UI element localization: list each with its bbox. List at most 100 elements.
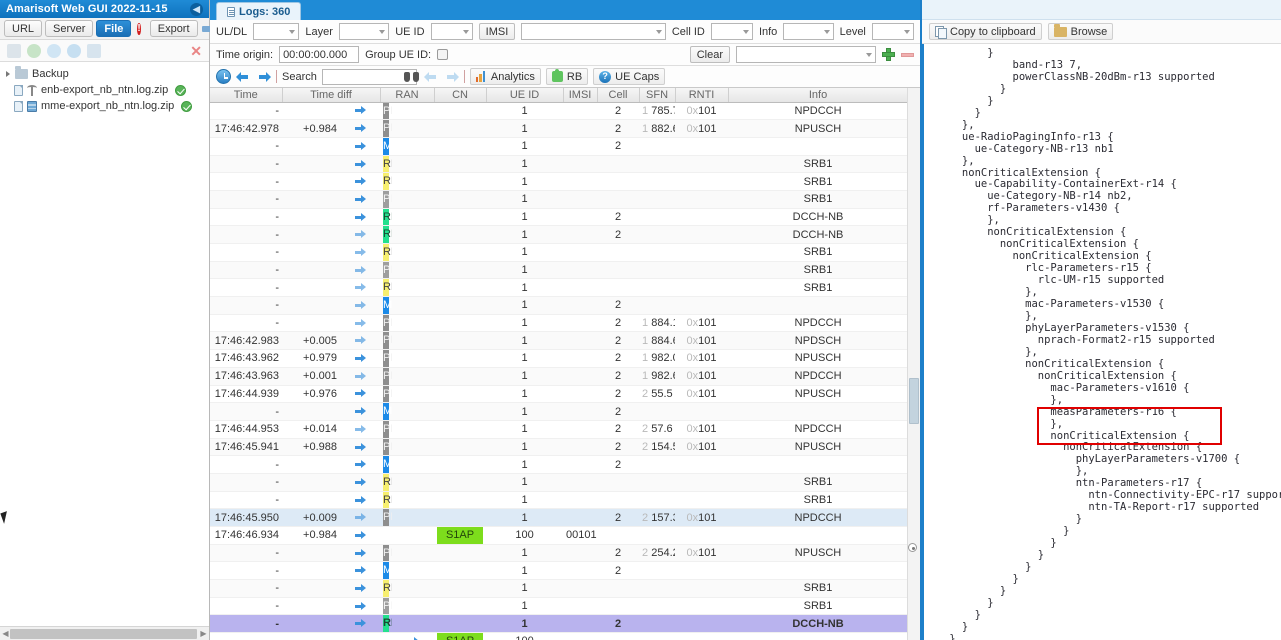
find-prev-icon[interactable]	[423, 70, 439, 83]
message-text-view[interactable]: } band-r13 7, powerClassNB-20dBm-r13 sup…	[922, 44, 1281, 640]
minus-icon[interactable]	[901, 52, 914, 57]
file-button[interactable]: File	[96, 20, 132, 37]
ue-caps-button[interactable]: ? UE Caps	[593, 68, 666, 85]
col-imsi[interactable]: IMSI	[563, 88, 598, 103]
table-row[interactable]: -RLC1SRB1D/C=1 RF=0 P=1 FI=00 E=0 SN=1	[210, 278, 909, 298]
table-row[interactable]: -PDCP1SRB1SN=1	[210, 261, 909, 280]
uldl-select[interactable]	[253, 23, 300, 40]
scroll-right-icon[interactable]: ▶	[198, 629, 209, 638]
tab-logs[interactable]: Logs: 360	[216, 2, 302, 20]
arrow-left-icon[interactable]	[236, 70, 251, 83]
imsi-button[interactable]: IMSI	[478, 23, 516, 40]
plug-icon[interactable]	[201, 22, 218, 36]
table-row[interactable]: 17:46:43.963+0.001 PHY 1 21 982.60x101NPDCC…	[210, 367, 909, 386]
collapse-panel-icon[interactable]: ◀	[190, 2, 203, 16]
table-row[interactable]: 17:46:42.978+0.984 PHY 1 21 882.60x101NPUSC…	[210, 119, 909, 138]
scrollbar-thumb[interactable]	[10, 629, 197, 639]
resize-handle[interactable]	[908, 543, 917, 552]
cell-info: NPUSCH	[728, 349, 909, 368]
rb-button[interactable]: RB	[545, 68, 589, 85]
table-row[interactable]: -RLC1SRB1D/C=0 CPT=0 ACK_SN=1	[210, 155, 909, 174]
plug-icon-secondary[interactable]	[87, 43, 101, 58]
server-button[interactable]: Server	[45, 20, 94, 37]
table-row[interactable]: -MAC12LCID:1 len=2 LCID:1 len=9 PAD: len…	[210, 296, 909, 315]
wrench-icon[interactable]	[7, 43, 21, 58]
group-ueid-checkbox[interactable]	[437, 49, 449, 60]
table-row[interactable]: 17:46:45.941+0.988 PHY 1 22 154.50x101NPUSC…	[210, 438, 909, 457]
cell-rnti	[675, 597, 729, 616]
table-row[interactable]: -RLC1SRB1D/C=0 CPT=0 ACK_SN=2	[210, 473, 909, 492]
tree-item-enb-log[interactable]: enb-export_nb_ntn.log.zip	[0, 82, 209, 98]
table-row[interactable]: -MAC12SBSR: lcg=0 b=1 LCID:1 len=2 LCID:…	[210, 455, 909, 474]
search-input[interactable]	[321, 68, 417, 85]
col-cell[interactable]: Cell	[597, 88, 640, 103]
table-row[interactable]: -RRC12DCCH-NBiSecurity mode complete	[210, 208, 909, 227]
table-row[interactable]: -RLC1SRB1D/C=1 RF=0 P=1 FI=00 E=0 SN=0	[210, 172, 909, 191]
close-x-icon[interactable]: ✕	[190, 44, 202, 58]
cell-imsi	[563, 420, 598, 439]
check-circle-icon[interactable]	[27, 43, 41, 58]
table-row[interactable]: -MAC12PAD: len=0 PAD: len=0 SBSR: lcg=0 …	[210, 137, 909, 156]
url-button[interactable]: URL	[4, 20, 43, 37]
time-origin-input[interactable]: 00:00:00.000	[279, 46, 360, 63]
browse-button[interactable]: Browse	[1047, 23, 1114, 40]
error-badge-icon[interactable]: !	[137, 22, 141, 35]
ueid-select[interactable]	[430, 23, 473, 40]
analytics-button[interactable]: Analytics	[469, 68, 541, 85]
arrow-right-icon[interactable]	[256, 70, 271, 83]
scroll-left-icon[interactable]: ◀	[0, 629, 11, 638]
tree-item-backup[interactable]: Backup	[0, 66, 209, 82]
table-row[interactable]: -RLC1SRB1D/C=0 CPT=0 ACK_SN=1	[210, 243, 909, 262]
table-row[interactable]: 17:46:44.939+0.976 PHY 1 22 55.50x101NPUSCH…	[210, 385, 909, 404]
table-row[interactable]: 17:46:44.953+0.014 PHY 1 22 57.60x101NPDCCH…	[210, 420, 909, 439]
table-row[interactable]: 17:46:46.934+0.984 S1AP100001010123456789…	[210, 526, 909, 545]
table-row[interactable]: -PHY122 254.20x101NPUSCH★sc_sp=1 n_ru=3 …	[210, 544, 909, 563]
col-cn[interactable]: CN	[434, 88, 487, 103]
table-vertical-scrollbar[interactable]	[907, 88, 920, 640]
col-rnti[interactable]: RNTI	[675, 88, 729, 103]
layer-select[interactable]	[338, 23, 390, 40]
table-row[interactable]: -PHY121 785.70x101NPDCCHicce_index=0/2 L…	[210, 102, 909, 121]
table-row[interactable]: -S1AP100i127.0.1.100:36412 UE capability…	[210, 632, 909, 640]
table-row[interactable]: 17:46:45.950+0.009 PHY 1 22 157.30x101NPDCC…	[210, 508, 909, 527]
scrollbar-thumb[interactable]	[909, 378, 919, 424]
table-row[interactable]: -MAC12PAD: len=0 PAD: len=0 SBSR: lcg=0 …	[210, 402, 909, 421]
col-time[interactable]: Time	[210, 88, 283, 103]
col-ran[interactable]: RAN	[380, 88, 435, 103]
table-row[interactable]: 17:46:43.962+0.979 PHY 1 21 982.00x101NPUSC…	[210, 349, 909, 368]
table-row[interactable]: -RLC1SRB1D/C=1 RF=0 P=0 FI=01 E=0 SN=1	[210, 491, 909, 510]
table-row[interactable]: -MAC12SBSR: lcg=0 b=0 LCID:1 len=8 PAD: …	[210, 561, 909, 581]
col-ueid[interactable]: UE ID	[486, 88, 564, 103]
table-row[interactable]: 17:46:42.983+0.005 PHY 1 21 884.60x101NPDSC…	[210, 331, 909, 351]
table-row[interactable]: -RRC12DCCH-NBiUE capability enquiry	[210, 225, 909, 244]
table-row[interactable]: -PDCP1SRB1SN=1	[210, 597, 909, 616]
plus-icon[interactable]	[882, 48, 895, 61]
col-time-diff[interactable]: Time diff	[282, 88, 381, 103]
logs-table-container[interactable]: Time Time diff RAN CN UE ID IMSI Cell SF…	[210, 88, 920, 640]
copy-to-clipboard-button[interactable]: Copy to clipboard	[929, 23, 1042, 40]
find-next-icon[interactable]	[444, 70, 459, 83]
left-panel-horizontal-scrollbar[interactable]: ◀ ▶	[0, 626, 209, 640]
info-select[interactable]	[783, 23, 834, 40]
chevron-right-icon[interactable]	[6, 71, 10, 77]
preset-select[interactable]	[736, 46, 876, 63]
col-info[interactable]: Info	[728, 88, 909, 103]
level-select[interactable]	[871, 23, 914, 40]
clear-button[interactable]: Clear	[689, 46, 730, 63]
cell-info	[728, 632, 909, 640]
table-row[interactable]: -RLC1SRB1D/C=1 RF=0 P=1 FI=10 E=0 SN=2	[210, 579, 909, 598]
cell-cn	[434, 579, 487, 598]
table-row[interactable]: -PDCP1SRB1SN=0	[210, 190, 909, 209]
binoculars-icon[interactable]	[403, 70, 419, 83]
cellid-select[interactable]	[710, 23, 753, 40]
imsi-select[interactable]	[521, 23, 666, 40]
col-sfn[interactable]: SFN	[639, 88, 676, 103]
table-row[interactable]: -RRC12DCCH-NBiUE capability information	[210, 614, 909, 634]
tree-item-mme-log[interactable]: mme-export_nb_ntn.log.zip	[0, 98, 209, 114]
cell-direction-cn	[392, 579, 435, 598]
export-button[interactable]: Export	[149, 20, 198, 37]
refresh-icon[interactable]	[47, 43, 61, 58]
play-icon[interactable]	[67, 43, 81, 58]
table-row[interactable]: -PHY121 884.10x101NPDCCHicce_index=0/2 L…	[210, 314, 909, 333]
clock-icon[interactable]	[216, 69, 231, 84]
